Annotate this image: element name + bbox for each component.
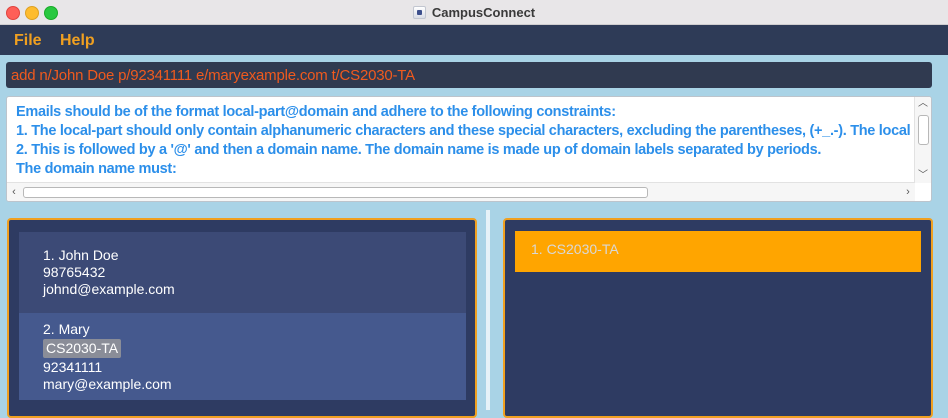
horizontal-scroll-thumb[interactable] xyxy=(23,187,648,198)
menu-bar: File Help xyxy=(0,25,948,55)
person-tag: CS2030-TA xyxy=(43,339,122,358)
person-card[interactable]: 2. Mary CS2030-TA 92341111 mary@example.… xyxy=(19,313,466,400)
person-phone: 98765432 xyxy=(43,264,106,280)
result-line: The domain name must: xyxy=(16,161,177,177)
person-list[interactable]: 1. John Doe 98765432 johnd@example.com 2… xyxy=(19,232,466,400)
tag-list-item[interactable]: 1. CS2030-TA xyxy=(515,231,921,272)
scroll-right-icon[interactable]: › xyxy=(901,184,915,200)
person-tags: CS2030-TA xyxy=(43,338,442,359)
vertical-scroll-thumb[interactable] xyxy=(918,115,929,145)
app-icon xyxy=(412,5,426,19)
scroll-left-icon[interactable]: ‹ xyxy=(7,184,21,200)
command-input[interactable]: add n/John Doe p/92341111 e/maryexample.… xyxy=(6,62,932,88)
window-title-group: CampusConnect xyxy=(0,0,948,24)
scroll-down-icon[interactable]: ﹀ xyxy=(915,169,931,183)
tag-list-panel: 1. CS2030-TA xyxy=(503,218,933,418)
result-line: 1. The local-part should only contain al… xyxy=(16,123,911,139)
vertical-scrollbar[interactable]: ︿ ﹀ xyxy=(914,97,931,183)
person-card[interactable]: 1. John Doe 98765432 johnd@example.com xyxy=(19,232,466,313)
person-email: mary@example.com xyxy=(43,376,172,392)
result-line: 2. This is followed by a '@' and then a … xyxy=(16,142,822,158)
window-title: CampusConnect xyxy=(431,4,536,20)
person-phone: 92341111 xyxy=(43,359,103,375)
split-pane-divider[interactable] xyxy=(486,210,490,410)
result-display[interactable]: Emails should be of the format local-par… xyxy=(6,96,932,202)
result-text-area: Emails should be of the format local-par… xyxy=(16,103,916,179)
tag-list-item-label: 1. CS2030-TA xyxy=(531,241,619,257)
tag-list[interactable]: 1. CS2030-TA xyxy=(515,231,921,272)
result-line: Emails should be of the format local-par… xyxy=(16,104,616,120)
scroll-up-icon[interactable]: ︿ xyxy=(915,97,931,111)
person-list-panel: 1. John Doe 98765432 johnd@example.com 2… xyxy=(7,218,477,418)
person-name: 2. Mary xyxy=(43,321,90,337)
person-name: 1. John Doe xyxy=(43,247,119,263)
command-input-text[interactable]: add n/John Doe p/92341111 e/maryexample.… xyxy=(11,67,415,84)
horizontal-scrollbar[interactable]: ‹ › xyxy=(7,182,915,201)
person-email: johnd@example.com xyxy=(43,281,175,297)
menu-file[interactable]: File xyxy=(14,32,42,50)
window-title-bar: CampusConnect xyxy=(0,0,948,25)
menu-help[interactable]: Help xyxy=(60,32,95,50)
